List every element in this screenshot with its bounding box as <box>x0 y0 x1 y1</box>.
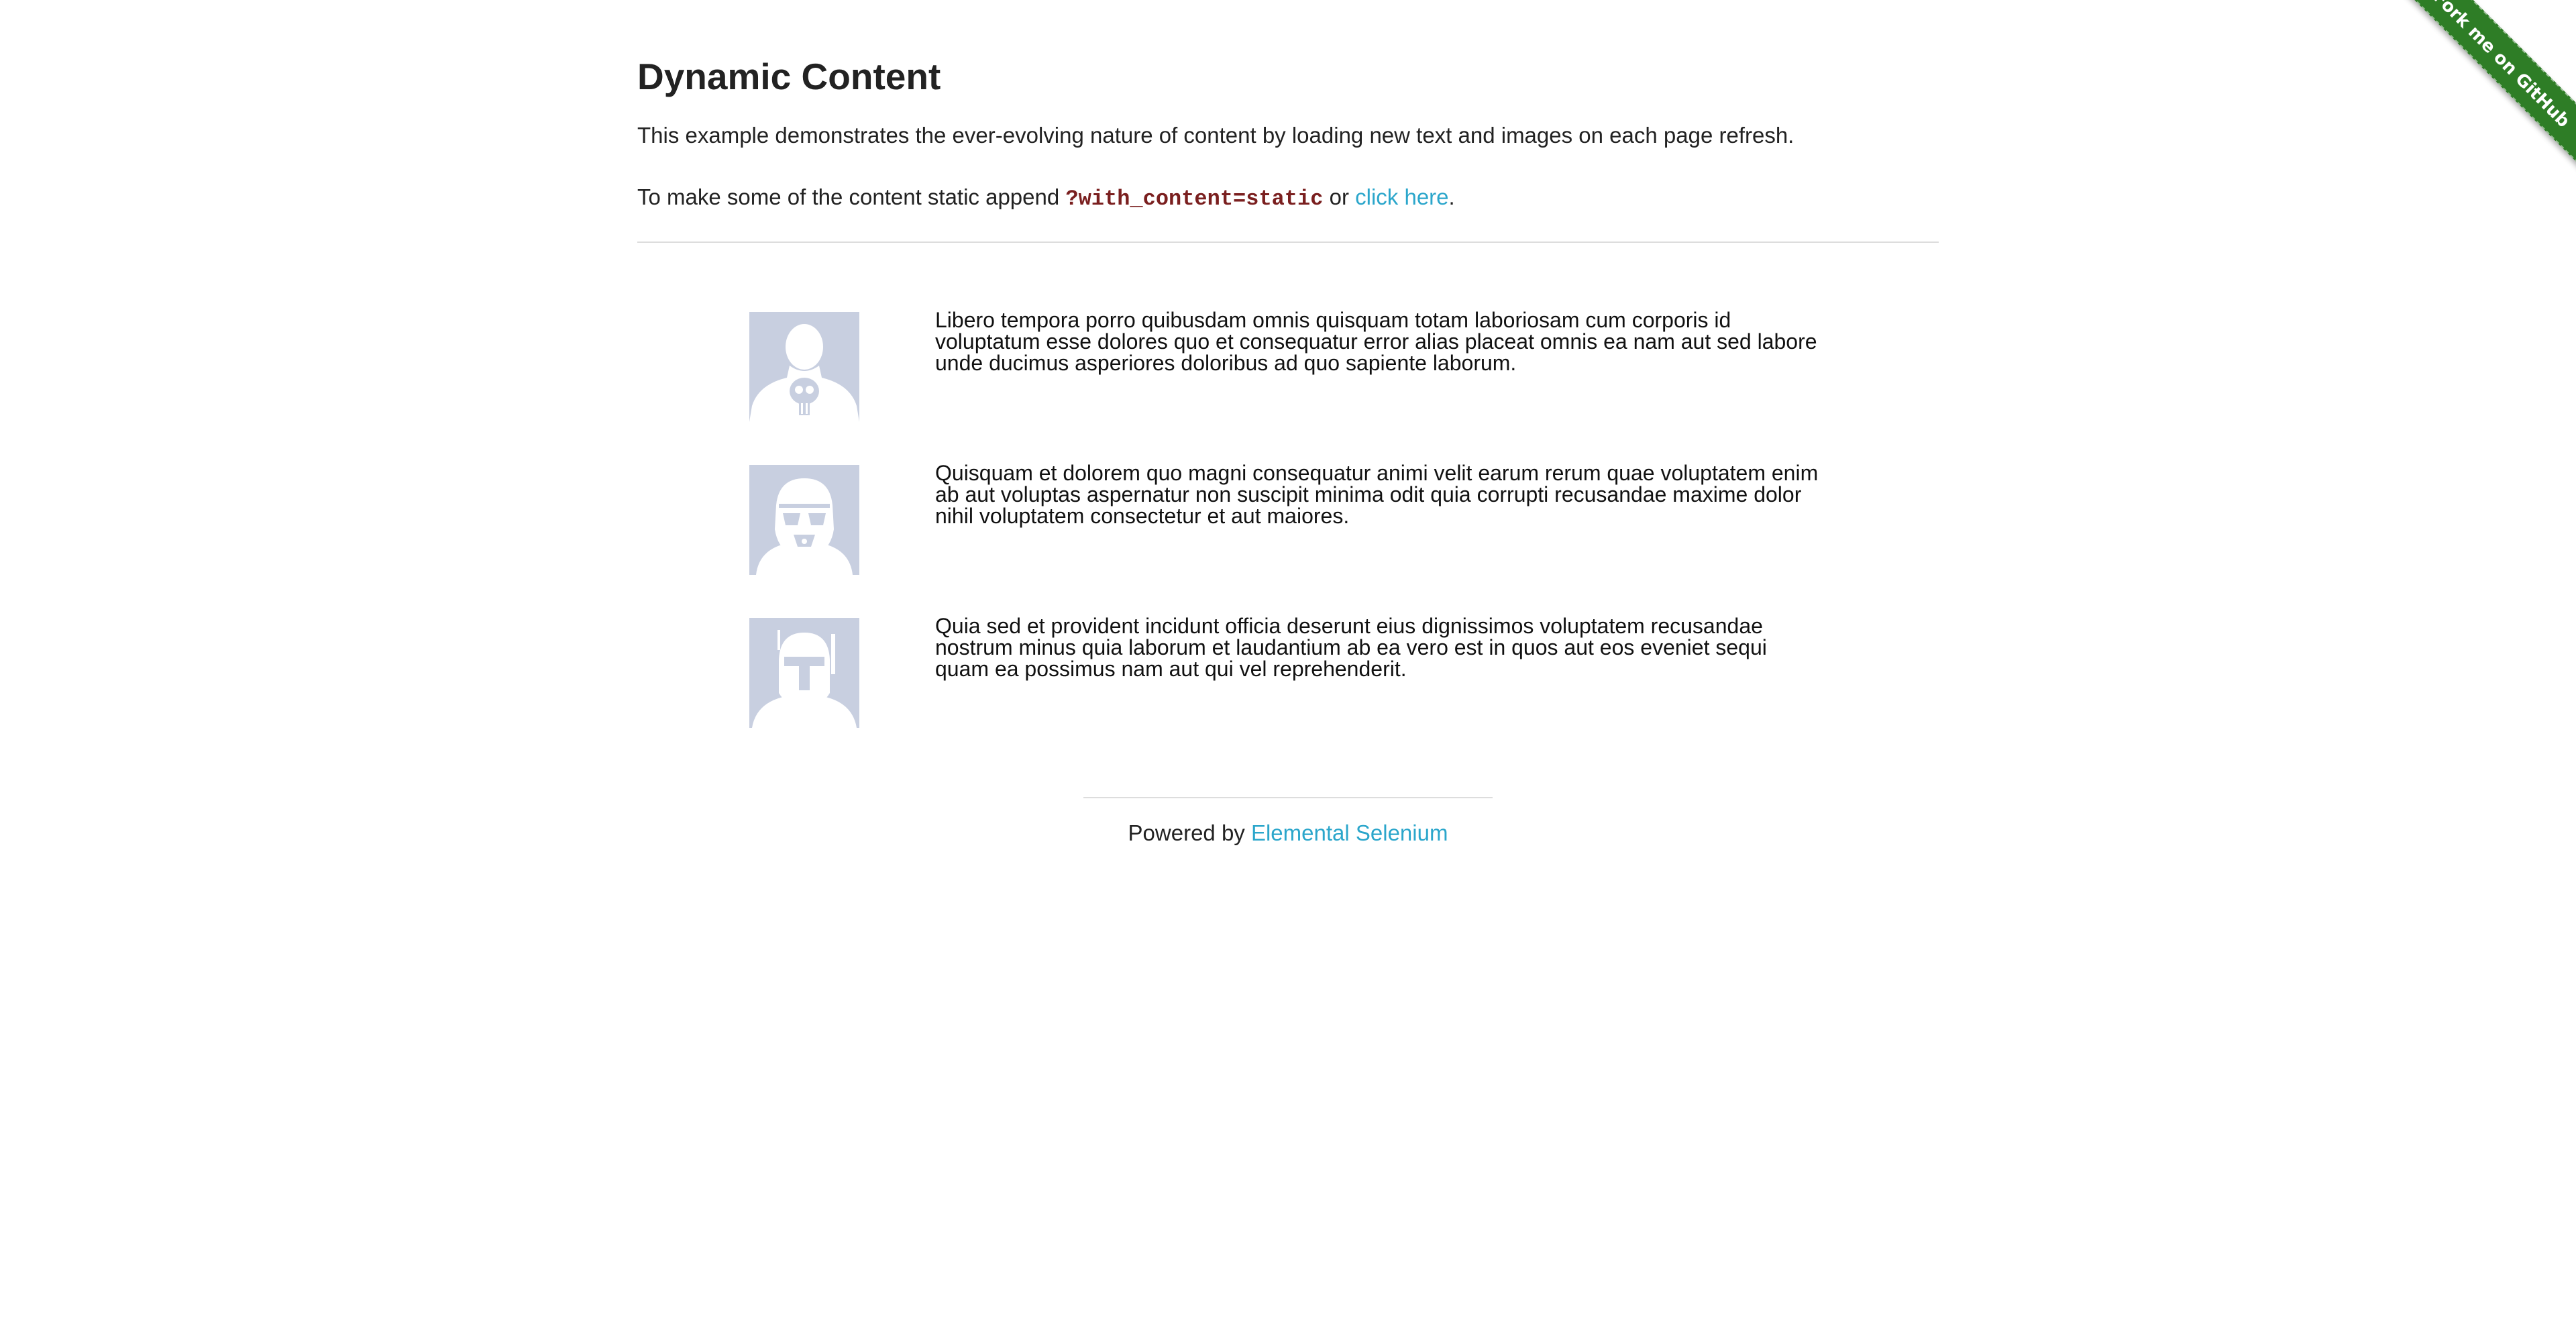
static-note-prefix: To make some of the content static appen… <box>637 184 1066 209</box>
boba-fett-avatar-icon <box>749 618 859 728</box>
static-query-code: ?with_content=static <box>1065 186 1324 211</box>
stormtrooper-avatar-icon <box>749 465 859 575</box>
row-text: Quia sed et provident incidunt officia d… <box>935 614 1767 681</box>
static-content-note: To make some of the content static appen… <box>637 182 1455 214</box>
content-row: Libero tempora porro quibusdam omnis qui… <box>749 308 1823 423</box>
divider-top <box>637 241 1939 243</box>
footer-prefix: Powered by <box>1128 820 1251 845</box>
page-footer: Powered by Elemental Selenium <box>637 818 1939 848</box>
fork-on-github-ribbon[interactable]: Fork me on GitHub <box>2388 0 2576 173</box>
divider-bottom <box>1083 797 1493 798</box>
elemental-selenium-link[interactable]: Elemental Selenium <box>1251 820 1448 845</box>
punisher-avatar-icon <box>749 312 859 422</box>
content-row: Quisquam et dolorem quo magni consequatu… <box>749 461 1823 576</box>
row-text: Libero tempora porro quibusdam omnis qui… <box>935 308 1817 375</box>
page-title: Dynamic Content <box>637 56 941 97</box>
github-ribbon-container: Fork me on GitHub <box>2388 0 2576 188</box>
static-note-or: or <box>1323 184 1356 209</box>
click-here-link[interactable]: click here <box>1355 184 1448 209</box>
static-note-suffix: . <box>1448 184 1455 209</box>
content-row: Quia sed et provident incidunt officia d… <box>749 614 1823 729</box>
row-text: Quisquam et dolorem quo magni consequatu… <box>935 461 1819 528</box>
page-intro: This example demonstrates the ever-evolv… <box>637 123 1794 148</box>
